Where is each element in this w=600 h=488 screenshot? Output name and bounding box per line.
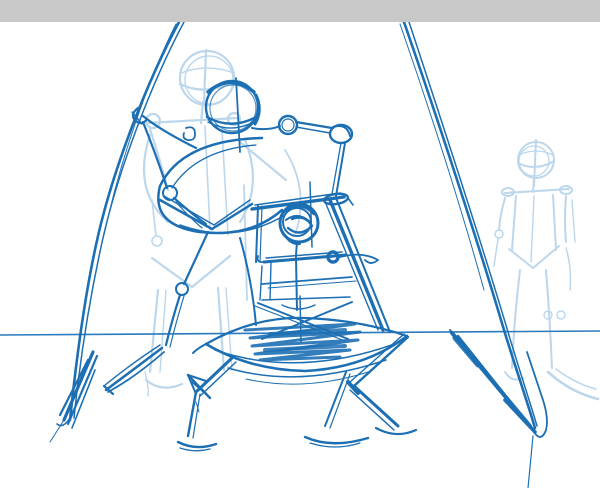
rider-spine — [296, 257, 297, 310]
rider-neck — [296, 242, 297, 255]
sketch-artwork — [0, 0, 600, 488]
top-toolbar — [0, 0, 600, 22]
drawing-canvas[interactable] — [0, 0, 600, 488]
